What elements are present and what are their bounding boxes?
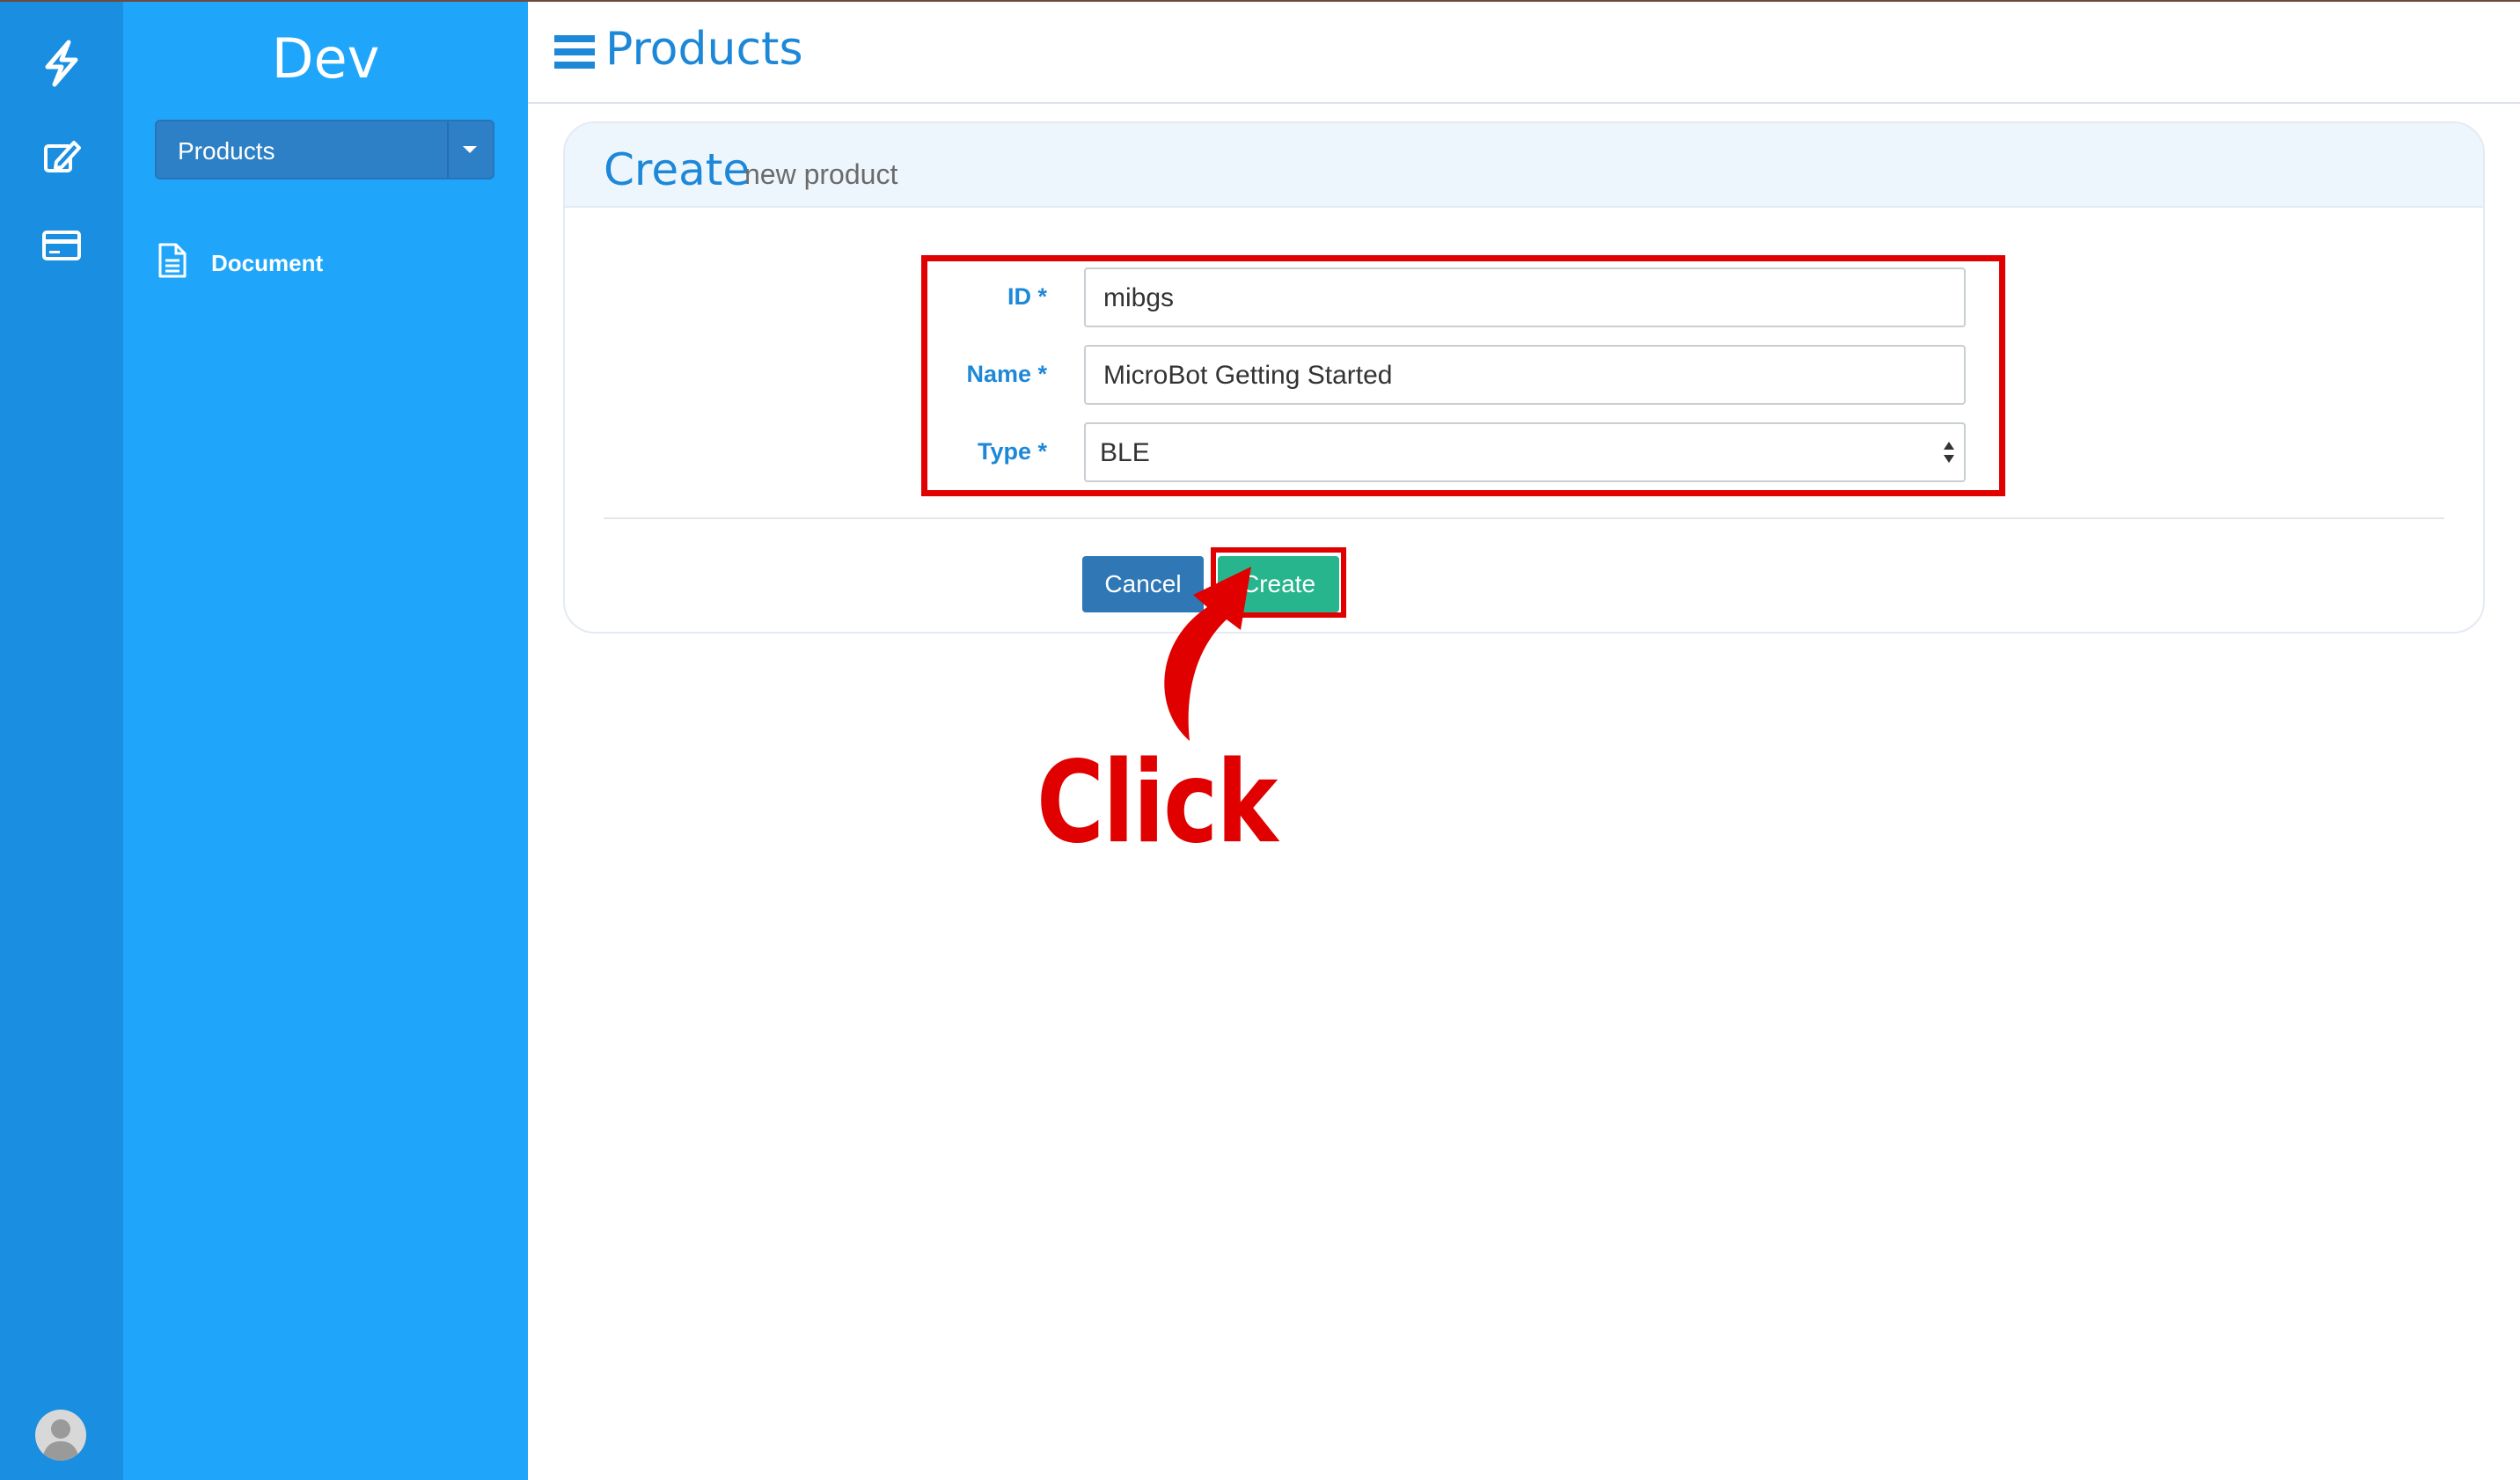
sidebar: Dev Products Document xyxy=(123,2,528,1480)
curved-arrow-icon xyxy=(1135,537,1258,752)
sidebar-item-label: Document xyxy=(211,250,324,276)
app-title: Dev xyxy=(271,26,380,91)
page-title: Products xyxy=(605,23,803,76)
icon-rail xyxy=(0,2,123,1480)
user-avatar-icon[interactable] xyxy=(35,1410,86,1461)
panel-header: Create new product xyxy=(565,123,2483,208)
document-icon xyxy=(158,243,187,278)
sidebar-item-document[interactable]: Document xyxy=(155,238,419,287)
page-header: Products xyxy=(528,2,2520,104)
chevron-down-icon[interactable] xyxy=(463,146,477,153)
product-dropdown[interactable]: Products xyxy=(155,120,494,180)
dropdown-label: Products xyxy=(178,137,275,165)
click-annotation: Click xyxy=(1037,737,1278,868)
form-divider xyxy=(604,517,2444,519)
lightning-icon[interactable] xyxy=(35,37,88,90)
form-highlight-box xyxy=(921,255,2005,496)
card-icon[interactable] xyxy=(35,218,88,271)
dropdown-divider xyxy=(447,121,449,178)
panel-title: Create xyxy=(604,144,751,195)
edit-icon[interactable] xyxy=(35,130,88,183)
panel-subtitle: new product xyxy=(744,158,898,190)
hamburger-icon[interactable] xyxy=(554,33,595,75)
